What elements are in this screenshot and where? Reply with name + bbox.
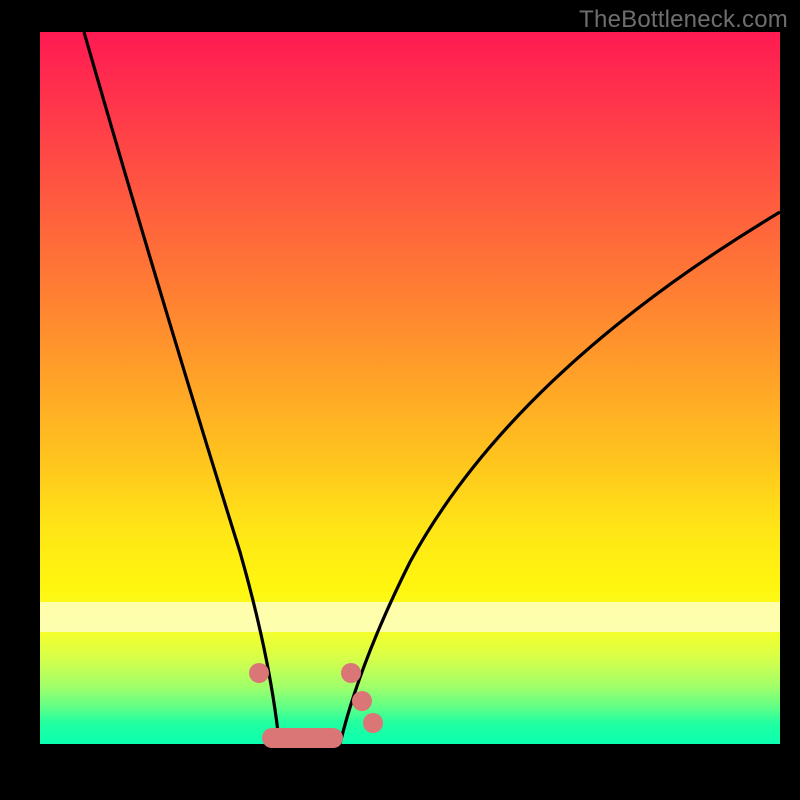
- curve-layer: [40, 32, 780, 744]
- marker-dot: [341, 663, 361, 683]
- marker-dot: [249, 663, 269, 683]
- right-curve: [340, 212, 780, 744]
- left-curve: [84, 32, 281, 744]
- watermark-label: TheBottleneck.com: [579, 6, 788, 34]
- plot-area: [40, 32, 780, 744]
- marker-floor-bar: [262, 728, 343, 748]
- marker-dot: [352, 691, 372, 711]
- marker-dot: [363, 713, 383, 733]
- chart-frame: TheBottleneck.com: [0, 0, 800, 800]
